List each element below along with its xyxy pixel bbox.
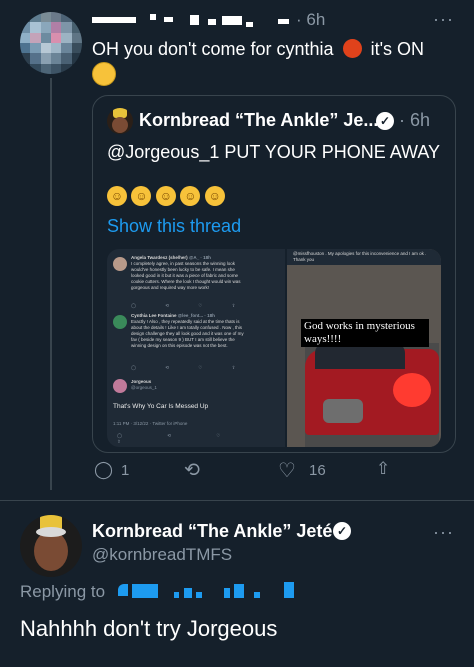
reply-author-avatar[interactable] xyxy=(20,515,82,577)
embedded-screenshot-left[interactable]: Angela Twardesz (she/her) @A_ · 18h I co… xyxy=(107,249,285,447)
photo-caption: God works in mysterious ways!!!! xyxy=(301,319,429,347)
quoted-tweet-text: @Jorgeous_1 PUT YOUR PHONE AWAY xyxy=(107,142,441,162)
censored-mention[interactable] xyxy=(118,584,128,596)
censored-name-part xyxy=(164,17,173,22)
rofl-emoji-icon: ☺ xyxy=(107,186,127,206)
censored-name-part xyxy=(208,19,216,25)
laughing-emoji-row: ☺ ☺ ☺ ☺ ☺ xyxy=(107,186,225,206)
censored-mention[interactable] xyxy=(196,592,202,598)
censored-name-part xyxy=(150,14,156,20)
like-icon[interactable]: ♡ xyxy=(278,458,296,483)
comment-text: I completely agree, in past seasons the … xyxy=(131,261,241,290)
monocle-face-icon xyxy=(92,62,116,86)
thread-connector-line xyxy=(50,78,52,490)
divider xyxy=(0,500,474,501)
replying-to-label: Replying to xyxy=(20,582,106,601)
car-photo xyxy=(305,343,439,447)
quoted-author-name[interactable]: Kornbread “The Ankle” Je... xyxy=(139,110,378,131)
censored-username xyxy=(92,17,136,23)
verified-badge-icon: ✓ xyxy=(376,112,394,130)
replying-to-line: Replying to xyxy=(20,580,320,602)
rofl-emoji-icon: ☺ xyxy=(155,186,176,206)
reply-icon[interactable]: ◯ xyxy=(94,460,113,480)
reply-text: That's Why Yo Car Is Messed Up xyxy=(113,403,209,410)
verified-badge-icon: ✓ xyxy=(333,522,351,540)
more-options-button[interactable]: ··· xyxy=(433,522,454,543)
censored-mention[interactable] xyxy=(224,588,230,598)
tweet-action-bar: ◯ 1 ⟲ ♡ 16 ⇧ xyxy=(92,458,454,483)
rofl-emoji-icon: ☺ xyxy=(204,186,225,206)
censored-mention[interactable] xyxy=(132,584,158,598)
comment-handle: @orgeous_1 xyxy=(131,385,157,390)
embedded-photo-right[interactable]: @missfhouston . My apologies for this in… xyxy=(287,249,441,447)
censored-mention[interactable] xyxy=(284,582,294,598)
censored-mention[interactable] xyxy=(254,592,260,598)
tweet-timestamp[interactable]: · 6h xyxy=(296,10,325,30)
censored-name-part xyxy=(190,15,199,25)
censored-mention[interactable] xyxy=(174,592,179,598)
rofl-emoji-icon: ☺ xyxy=(131,186,152,206)
photo-header-text: @missfhouston . My apologies for this in… xyxy=(293,251,427,262)
tweet-text-line: OH you don't come for cynthia xyxy=(92,39,334,59)
share-icon[interactable]: ⇧ xyxy=(376,459,390,479)
comment-text: Exactly ! Also , they repeatedly said at… xyxy=(131,319,244,348)
commenter-avatar xyxy=(113,379,127,393)
reply-meta: 1:11 PM · 3/12/22 · Twitter for iPhone xyxy=(113,421,188,426)
commenter-avatar xyxy=(113,315,127,329)
angry-face-icon xyxy=(342,39,362,58)
comment-actions: ◯ ⟲ ♡ ⇧ xyxy=(131,303,250,308)
censored-mention[interactable] xyxy=(184,588,192,598)
show-thread-link[interactable]: Show this thread xyxy=(107,216,241,237)
top-tweet-text: OH you don't come for cynthia it's ON xyxy=(92,38,462,60)
blurred-avatar[interactable] xyxy=(20,12,82,74)
censored-name-part xyxy=(222,16,242,25)
reply-count: 1 xyxy=(121,462,130,479)
tweet-text-suffix: it's ON xyxy=(370,39,425,59)
commenter-avatar xyxy=(113,257,127,271)
reply-author-handle[interactable]: @kornbreadTMFS xyxy=(92,545,232,565)
more-options-button[interactable]: ··· xyxy=(433,9,454,30)
reply-author-name[interactable]: Kornbread “The Ankle” Jeté xyxy=(92,521,332,542)
reply-actions: ◯ ⟲ ♡ ⇧ xyxy=(117,433,243,444)
quoted-tweet-card[interactable]: Kornbread “The Ankle” Je... ✓ · 6h @Jorg… xyxy=(92,95,456,453)
censored-name-part xyxy=(246,22,253,27)
like-count: 16 xyxy=(309,462,326,479)
retweet-icon[interactable]: ⟲ xyxy=(184,459,200,482)
quoted-author-avatar[interactable] xyxy=(107,108,133,134)
rofl-emoji-icon: ☺ xyxy=(180,186,201,206)
censored-handle xyxy=(278,19,289,24)
quoted-tweet-timestamp[interactable]: · 6h xyxy=(399,110,430,131)
censored-mention[interactable] xyxy=(234,584,244,598)
top-tweet-header: · 6h xyxy=(92,8,392,32)
comment-actions: ◯ ⟲ ♡ ⇧ xyxy=(131,365,250,370)
reply-tweet-text: Nahhhh don't try Jorgeous xyxy=(20,616,278,641)
